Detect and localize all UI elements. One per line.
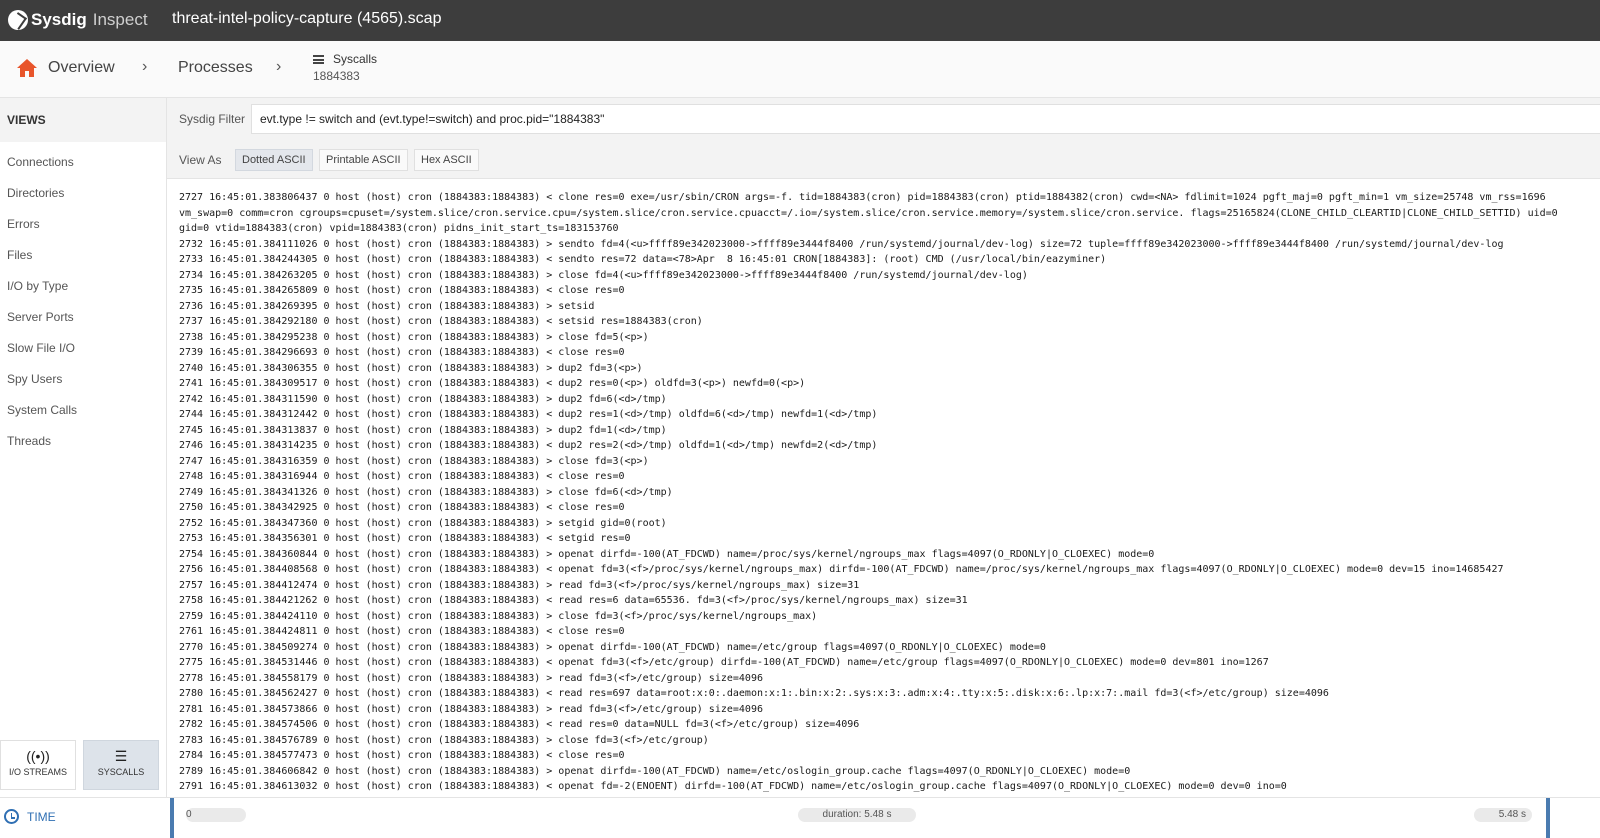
log-line: 2761 16:45:01.384424811 0 host (host) cr… xyxy=(179,626,625,637)
log-line: 2791 16:45:01.384613032 0 host (host) cr… xyxy=(179,781,1287,792)
breadcrumb-processes[interactable]: Processes xyxy=(178,59,253,77)
log-line: 2734 16:45:01.384263205 0 host (host) cr… xyxy=(179,269,1028,281)
log-line: 2733 16:45:01.384244305 0 host (host) cr… xyxy=(179,254,1107,265)
log-line: 2783 16:45:01.384576789 0 host (host) cr… xyxy=(179,734,709,746)
timeline-start-pill xyxy=(186,808,246,822)
breadcrumb: Overview › Processes › Syscalls 1884383 xyxy=(0,41,1600,98)
timeline-end-handle[interactable] xyxy=(1546,798,1550,838)
tab-io-streams-label: I/O STREAMS xyxy=(8,767,67,777)
log-line: 2747 16:45:01.384316359 0 host (host) cr… xyxy=(179,455,649,467)
view-item-io-by-type[interactable]: I/O by Type xyxy=(7,278,77,309)
home-icon[interactable] xyxy=(16,58,38,78)
log-line: gid=0 vtid=1884383(cron) vpid=1884383(cr… xyxy=(179,223,619,234)
broadcast-icon: ((•)) xyxy=(26,748,50,764)
log-line: 2753 16:45:01.384356301 0 host (host) cr… xyxy=(179,533,631,544)
list-icon: ☰ xyxy=(114,748,128,764)
log-line: 2746 16:45:01.384314235 0 host (host) cr… xyxy=(179,440,878,451)
log-line: 2745 16:45:01.384313837 0 host (host) cr… xyxy=(179,424,667,436)
view-item-server-ports[interactable]: Server Ports xyxy=(7,309,77,340)
view-as-label: View As xyxy=(179,153,222,167)
capture-file-title: threat-intel-policy-capture (4565).scap xyxy=(172,10,442,27)
log-line: 2781 16:45:01.384573866 0 host (host) cr… xyxy=(179,703,763,715)
log-line: 2727 16:45:01.383806437 0 host (host) cr… xyxy=(179,192,1546,203)
log-line: 2752 16:45:01.384347360 0 host (host) cr… xyxy=(179,517,667,529)
log-line: 2749 16:45:01.384341326 0 host (host) cr… xyxy=(179,486,673,498)
timeline-duration: duration: 5.48 s xyxy=(798,808,916,822)
timeline-start: 0 xyxy=(186,809,192,820)
log-line: vm_swap=0 comm=cron cgroups=cpuset=/syst… xyxy=(179,207,1558,219)
log-line: 2750 16:45:01.384342925 0 host (host) cr… xyxy=(179,502,625,513)
view-item-threads[interactable]: Threads xyxy=(7,433,77,464)
breadcrumb-syscalls: Syscalls xyxy=(333,52,378,66)
chevron-right-icon: › xyxy=(276,58,282,75)
breadcrumb-pid: 1884383 xyxy=(313,69,360,83)
sysdig-logo-icon xyxy=(8,10,28,30)
clock-icon xyxy=(4,809,19,824)
log-line: 2778 16:45:01.384558179 0 host (host) cr… xyxy=(179,672,763,684)
log-line: 2740 16:45:01.384306355 0 host (host) cr… xyxy=(179,362,643,374)
logo-product: Inspect xyxy=(92,10,148,29)
sysdig-logo[interactable]: Sysdig Inspect xyxy=(8,8,148,32)
view-as-row: View As Dotted ASCII Printable ASCII Hex… xyxy=(167,142,1600,179)
log-line: 2735 16:45:01.384265809 0 host (host) cr… xyxy=(179,285,625,296)
timeline: TIME 0 duration: 5.48 s 5.48 s xyxy=(0,797,1600,838)
syscall-log-lines: 2727 16:45:01.383806437 0 host (host) cr… xyxy=(167,179,1600,795)
views-list: Connections Directories Errors Files I/O… xyxy=(7,154,77,464)
log-line: 2775 16:45:01.384531446 0 host (host) cr… xyxy=(179,657,1269,668)
tab-syscalls[interactable]: ☰ SYSCALLS xyxy=(83,740,159,790)
log-line: 2737 16:45:01.384292180 0 host (host) cr… xyxy=(179,316,703,327)
breadcrumb-overview[interactable]: Overview xyxy=(48,59,115,77)
view-item-connections[interactable]: Connections xyxy=(7,154,77,185)
log-line: 2757 16:45:01.384412474 0 host (host) cr… xyxy=(179,579,860,591)
log-line: 2741 16:45:01.384309517 0 host (host) cr… xyxy=(179,378,806,389)
logo-brand: Sysdig xyxy=(31,10,87,29)
syscall-log[interactable]: 2727 16:45:01.383806437 0 host (host) cr… xyxy=(167,179,1600,797)
view-item-slow-file-io[interactable]: Slow File I/O xyxy=(7,340,77,371)
timeline-track[interactable]: 0 duration: 5.48 s 5.48 s xyxy=(170,798,1550,838)
log-line: 2782 16:45:01.384574506 0 host (host) cr… xyxy=(179,719,860,730)
log-line: 2770 16:45:01.384509274 0 host (host) cr… xyxy=(179,641,1046,653)
filter-label: Sysdig Filter xyxy=(179,112,246,126)
log-line: 2756 16:45:01.384408568 0 host (host) cr… xyxy=(179,564,1504,575)
log-line: 2784 16:45:01.384577473 0 host (host) cr… xyxy=(179,750,625,761)
log-line: 2789 16:45:01.384606842 0 host (host) cr… xyxy=(179,765,1131,777)
view-item-directories[interactable]: Directories xyxy=(7,185,77,216)
log-line: 2758 16:45:01.384421262 0 host (host) cr… xyxy=(179,595,968,606)
time-label: TIME xyxy=(27,810,56,824)
tab-syscalls-label: SYSCALLS xyxy=(97,767,145,777)
log-line: 2739 16:45:01.384296693 0 host (host) cr… xyxy=(179,347,625,358)
list-icon xyxy=(313,55,324,64)
log-line: 2736 16:45:01.384269395 0 host (host) cr… xyxy=(179,300,595,312)
view-item-errors[interactable]: Errors xyxy=(7,216,77,247)
log-line: 2732 16:45:01.384111026 0 host (host) cr… xyxy=(179,238,1504,250)
timeline-start-handle[interactable] xyxy=(170,798,174,838)
stream-tabs: ((•)) I/O STREAMS ☰ SYSCALLS xyxy=(0,740,166,797)
log-line: 2754 16:45:01.384360844 0 host (host) cr… xyxy=(179,548,1155,560)
view-item-spy-users[interactable]: Spy Users xyxy=(7,371,77,402)
log-line: 2780 16:45:01.384562427 0 host (host) cr… xyxy=(179,688,1329,699)
log-line: 2742 16:45:01.384311590 0 host (host) cr… xyxy=(179,393,667,405)
chevron-right-icon: › xyxy=(142,58,148,75)
log-line: 2748 16:45:01.384316944 0 host (host) cr… xyxy=(179,471,625,482)
timeline-end: 5.48 s xyxy=(1474,808,1532,822)
dotted-ascii-button[interactable]: Dotted ASCII xyxy=(235,149,313,171)
tab-io-streams[interactable]: ((•)) I/O STREAMS xyxy=(0,740,76,790)
views-title: VIEWS xyxy=(0,98,166,142)
view-item-system-calls[interactable]: System Calls xyxy=(7,402,77,433)
printable-ascii-button[interactable]: Printable ASCII xyxy=(319,149,408,171)
log-line: 2738 16:45:01.384295238 0 host (host) cr… xyxy=(179,331,649,343)
log-line: 2759 16:45:01.384424110 0 host (host) cr… xyxy=(179,610,818,622)
top-bar: Sysdig Inspect threat-intel-policy-captu… xyxy=(0,0,1600,41)
log-line: 2744 16:45:01.384312442 0 host (host) cr… xyxy=(179,409,878,420)
views-sidebar: VIEWS Connections Directories Errors Fil… xyxy=(0,98,167,797)
filter-row: Sysdig Filter xyxy=(167,98,1600,142)
hex-ascii-button[interactable]: Hex ASCII xyxy=(414,149,479,171)
view-item-files[interactable]: Files xyxy=(7,247,77,278)
sysdig-filter-input[interactable] xyxy=(251,104,1600,134)
